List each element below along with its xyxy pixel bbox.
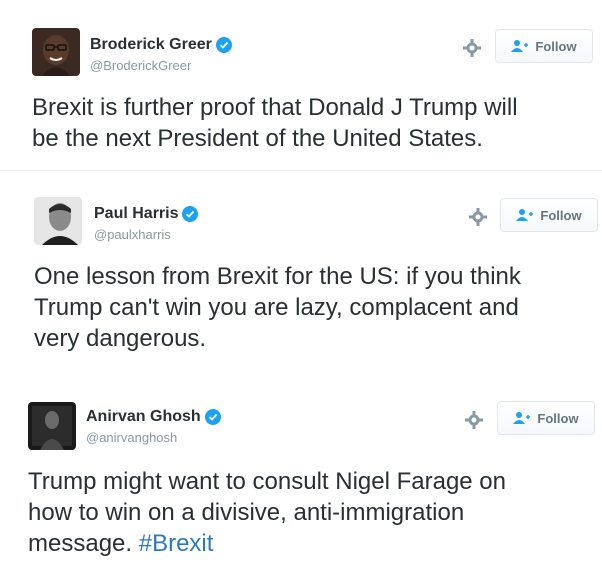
verified-badge-icon — [204, 409, 221, 425]
avatar[interactable] — [28, 402, 76, 450]
tweet-paul-harris: Paul Harris @paulxharris Follow One less… — [0, 171, 602, 371]
tweet-text: One lesson from Brexit for the US: if yo… — [34, 263, 521, 352]
follow-person-icon — [511, 40, 529, 52]
follow-button[interactable]: Follow — [495, 29, 593, 63]
user-handle[interactable]: @paulxharris — [94, 227, 171, 242]
gear-icon[interactable] — [468, 207, 488, 227]
tweet-broderick-greer: Broderick Greer @BroderickGreer Follow B… — [0, 0, 602, 170]
display-name[interactable]: Anirvan Ghosh — [86, 408, 201, 426]
follow-person-icon — [513, 412, 531, 424]
tweet-text-body: Trump might want to consult Nigel Farage… — [28, 468, 506, 557]
hashtag-link[interactable]: #Brexit — [139, 530, 214, 557]
follow-person-icon — [516, 209, 534, 221]
user-handle[interactable]: @BroderickGreer — [90, 58, 191, 73]
gear-icon[interactable] — [464, 410, 484, 430]
display-name[interactable]: Broderick Greer — [90, 36, 212, 54]
user-handle[interactable]: @anirvanghosh — [86, 430, 177, 445]
tweet-text: Brexit is further proof that Donald J Tr… — [32, 94, 518, 152]
follow-label: Follow — [535, 38, 577, 54]
verified-badge-icon — [215, 37, 232, 53]
follow-label: Follow — [537, 410, 579, 426]
gear-icon[interactable] — [462, 38, 482, 58]
follow-button[interactable]: Follow — [500, 198, 598, 232]
display-name[interactable]: Paul Harris — [94, 205, 178, 223]
avatar[interactable] — [32, 28, 80, 76]
avatar[interactable] — [34, 197, 82, 245]
tweet-text: Trump might want to consult Nigel Farage… — [28, 466, 506, 559]
verified-badge-icon — [182, 206, 199, 222]
tweet-anirvan-ghosh: Anirvan Ghosh @anirvanghosh Follow Trump… — [0, 380, 602, 569]
follow-button[interactable]: Follow — [497, 401, 595, 435]
follow-label: Follow — [540, 207, 582, 223]
